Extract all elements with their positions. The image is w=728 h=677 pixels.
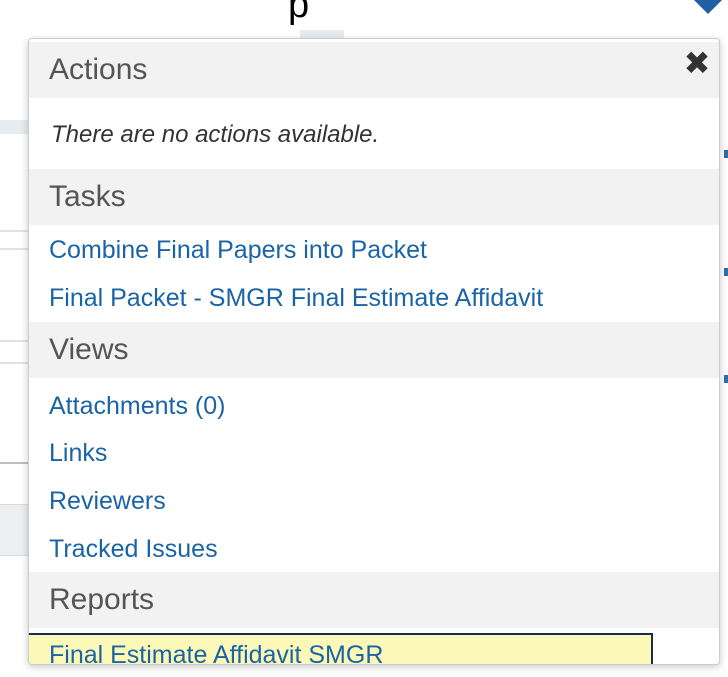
background-divider <box>0 462 28 464</box>
background-divider <box>0 248 28 250</box>
view-link-links[interactable]: Links <box>49 439 107 468</box>
reports-section-title: Reports <box>49 583 155 616</box>
views-section-header: Views <box>29 322 719 378</box>
background-edge-mark <box>724 150 728 158</box>
tasks-section-title: Tasks <box>49 180 126 213</box>
dropdown-caret-icon[interactable] <box>694 0 722 14</box>
actions-popup-panel: Actions ✖ There are no actions available… <box>28 38 720 665</box>
background-divider <box>0 362 28 364</box>
background-divider <box>0 230 28 232</box>
actions-section-title: Actions <box>49 53 148 86</box>
background-strip <box>0 120 28 134</box>
background-strip <box>300 30 344 38</box>
views-section-title: Views <box>49 333 129 366</box>
background-edge-mark <box>724 268 728 276</box>
reports-section-header: Reports <box>29 572 719 628</box>
view-link-tracked-issues[interactable]: Tracked Issues <box>49 535 218 564</box>
actions-section-header: Actions <box>29 42 719 98</box>
report-link-final-estimate-affidavit[interactable]: Final Estimate Affidavit SMGR <box>29 633 653 664</box>
tasks-section-header: Tasks <box>29 169 719 225</box>
view-link-attachments[interactable]: Attachments (0) <box>49 392 225 421</box>
actions-empty-message: There are no actions available. <box>51 121 380 148</box>
background-divider <box>0 340 28 342</box>
background-edge-mark <box>724 375 728 383</box>
close-icon[interactable]: ✖ <box>681 47 713 79</box>
task-link-combine-final-papers[interactable]: Combine Final Papers into Packet <box>49 236 427 265</box>
view-link-reviewers[interactable]: Reviewers <box>49 487 166 516</box>
task-link-final-packet-smgr[interactable]: Final Packet - SMGR Final Estimate Affid… <box>49 284 543 313</box>
background-partial-text: p <box>288 0 310 26</box>
background-button <box>0 504 30 556</box>
